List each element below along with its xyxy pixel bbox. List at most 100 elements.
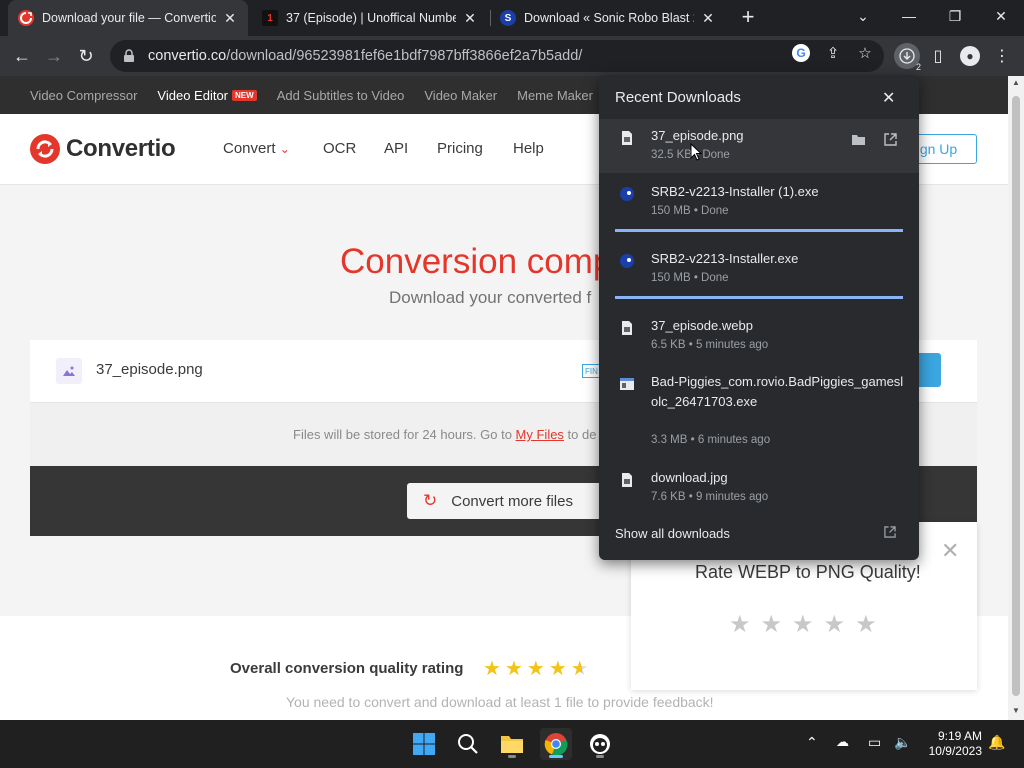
storage-text-before: Files will be stored for 24 hours. Go to xyxy=(293,427,516,442)
game-app-button[interactable] xyxy=(584,728,616,760)
running-indicator xyxy=(508,755,516,758)
new-tab-button[interactable]: + xyxy=(738,6,758,28)
sonic-app-icon xyxy=(620,254,634,268)
star-icon[interactable]: ★ xyxy=(729,611,761,638)
side-panel-icon[interactable]: ▯ xyxy=(926,44,950,68)
nav-convert[interactable]: Convert ⌄ xyxy=(223,140,290,157)
file-explorer-button[interactable] xyxy=(496,728,528,760)
chrome-button[interactable] xyxy=(540,728,572,760)
half-star-icon: ★ xyxy=(570,658,593,680)
download-item[interactable]: SRB2-v2213-Installer.exe 150 MB • Done xyxy=(599,242,919,300)
convertio-logo-icon xyxy=(30,134,60,164)
browser-toolbar: ← → ↻ convertio.co/download/96523981fef6… xyxy=(0,36,1024,76)
download-item[interactable]: 37_episode.webp 6.5 KB • 5 minutes ago xyxy=(599,309,919,361)
page-subtitle: Download your converted f xyxy=(389,288,592,307)
logo-text: Convertio xyxy=(66,135,176,162)
close-tab-icon[interactable]: ✕ xyxy=(222,10,238,27)
page-title: Conversion compl xyxy=(340,242,621,281)
clock[interactable]: 9:19 AM 10/9/2023 xyxy=(918,729,982,759)
star-icon[interactable]: ★ xyxy=(855,611,887,638)
promo-link-video-editor[interactable]: Video Editor NEW xyxy=(157,88,257,103)
refresh-icon: ↻ xyxy=(423,491,438,510)
promo-link-video-compressor[interactable]: Video Compressor xyxy=(30,88,137,103)
search-icon xyxy=(458,734,478,754)
windows-logo-icon xyxy=(413,733,435,755)
share-icon[interactable]: ⇪ xyxy=(824,44,842,62)
tab-37-episode[interactable]: 1 37 (Episode) | Unoffical Number L ✕ xyxy=(252,0,488,36)
storage-text-after: to de xyxy=(563,427,597,442)
open-external-icon[interactable] xyxy=(884,133,897,149)
star-icon[interactable]: ★ xyxy=(824,611,856,638)
close-tab-icon[interactable]: ✕ xyxy=(700,10,716,27)
nav-help[interactable]: Help xyxy=(513,140,544,157)
volume-muted-icon[interactable]: 🔈 xyxy=(894,734,911,751)
open-external-icon[interactable] xyxy=(884,526,896,541)
running-indicator xyxy=(596,755,604,758)
chrome-icon xyxy=(544,733,568,756)
show-all-downloads-link[interactable]: Show all downloads xyxy=(615,526,730,541)
nav-pricing[interactable]: Pricing xyxy=(437,140,483,157)
feedback-requirement-text: You need to convert and download at leas… xyxy=(286,694,714,710)
restore-button[interactable]: ❐ xyxy=(932,0,978,32)
convertio-logo[interactable]: Convertio xyxy=(30,134,176,164)
search-button[interactable] xyxy=(452,728,484,760)
address-bar[interactable]: convertio.co/download/96523981fef6e1bdf7… xyxy=(110,40,884,72)
character-app-icon xyxy=(590,734,610,754)
downloads-button[interactable]: 2 xyxy=(894,43,921,72)
tab-title: Download « Sonic Robo Blast 2 – xyxy=(524,11,694,25)
scrollbar-thumb[interactable] xyxy=(1012,96,1020,696)
tab-search-icon[interactable]: ⌄ xyxy=(840,0,886,32)
profile-avatar-icon[interactable]: ● xyxy=(960,46,980,66)
tab-sonic-robo-blast[interactable]: S Download « Sonic Robo Blast 2 – ✕ xyxy=(490,0,726,36)
star-icon: ★ xyxy=(526,658,549,680)
scroll-down-icon[interactable]: ▼ xyxy=(1012,706,1020,715)
image-file-icon xyxy=(622,473,632,487)
minimize-button[interactable]: — xyxy=(886,0,932,32)
overall-rating-label: Overall conversion quality rating xyxy=(230,660,464,677)
star-icon[interactable]: ★ xyxy=(761,611,793,638)
scroll-up-icon[interactable]: ▲ xyxy=(1012,78,1020,87)
promo-link-meme-maker[interactable]: Meme Maker xyxy=(517,88,593,103)
download-meta: 7.6 KB • 9 minutes ago xyxy=(651,491,769,503)
vertical-scrollbar[interactable]: ▲ ▼ xyxy=(1008,76,1024,720)
file-name: 37_episode.png xyxy=(96,361,203,378)
my-files-link[interactable]: My Files xyxy=(516,427,564,442)
folder-icon[interactable] xyxy=(851,133,866,149)
download-item[interactable]: download.jpg 7.6 KB • 9 minutes ago xyxy=(599,461,919,513)
download-item[interactable]: SRB2-v2213-Installer (1).exe 150 MB • Do… xyxy=(599,175,919,233)
forward-arrow-icon[interactable]: → xyxy=(40,42,68,70)
menu-kebab-icon[interactable]: ⋮ xyxy=(990,44,1014,68)
google-icon[interactable]: G xyxy=(792,44,810,62)
close-tab-icon[interactable]: ✕ xyxy=(462,10,478,27)
chevron-down-icon: ⌄ xyxy=(279,142,290,156)
onedrive-icon[interactable]: ☁ xyxy=(836,734,849,750)
download-item[interactable]: Bad-Piggies_com.rovio.BadPiggies_gameslo… xyxy=(599,365,919,455)
tab-title: 37 (Episode) | Unoffical Number L xyxy=(286,11,456,25)
close-window-button[interactable]: ✕ xyxy=(978,0,1024,32)
download-meta: 150 MB • Done xyxy=(651,272,729,284)
download-filename: 37_episode.webp xyxy=(651,318,753,333)
promo-link-video-maker[interactable]: Video Maker xyxy=(424,88,497,103)
tab-convertio[interactable]: Download your file — Convertio ✕ xyxy=(8,0,248,36)
download-icon xyxy=(899,48,915,64)
back-arrow-icon[interactable]: ← xyxy=(8,42,36,70)
download-item[interactable]: 37_episode.png 32.5 KB • Done xyxy=(599,119,919,173)
reload-icon[interactable]: ↻ xyxy=(72,42,100,70)
close-icon[interactable]: ✕ xyxy=(941,538,959,564)
notification-bell-icon[interactable]: 🔔 xyxy=(988,734,1005,751)
close-icon[interactable]: ✕ xyxy=(882,88,895,108)
folder-icon xyxy=(501,736,523,753)
nav-api[interactable]: API xyxy=(384,140,408,157)
tray-overflow-chevron-icon[interactable]: ⌃ xyxy=(806,734,818,751)
download-progress-bar xyxy=(615,296,903,299)
bookmark-star-icon[interactable]: ☆ xyxy=(856,44,874,62)
start-button[interactable] xyxy=(408,728,440,760)
promo-link-add-subtitles[interactable]: Add Subtitles to Video xyxy=(277,88,405,103)
nav-ocr[interactable]: OCR xyxy=(323,140,356,157)
convert-more-button[interactable]: ↻ Convert more files xyxy=(407,483,607,519)
mouse-cursor-icon xyxy=(690,143,702,161)
storage-text: Files will be stored for 24 hours. Go to… xyxy=(293,427,596,442)
network-icon[interactable]: ▭ xyxy=(868,734,881,751)
star-icon[interactable]: ★ xyxy=(792,611,824,638)
image-file-icon xyxy=(622,321,632,335)
